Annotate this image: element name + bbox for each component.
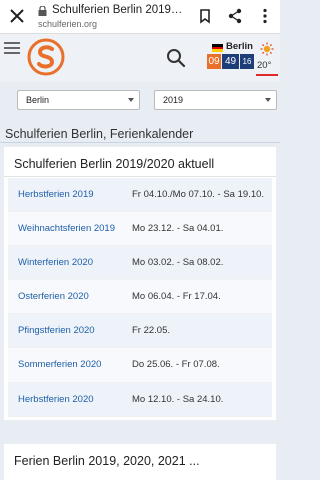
bookmark-icon[interactable] (196, 7, 214, 25)
holiday-dates: Mo 12.10. - Sa 24.10. (132, 393, 224, 405)
holiday-name-link[interactable]: Herbstferien 2020 (18, 394, 94, 405)
year-select[interactable]: 2019 (154, 90, 277, 110)
holiday-dates: Mo 03.02. - Sa 08.02. (132, 257, 224, 269)
sun-icon (260, 42, 274, 56)
table-row: Herbstferien 2020 Mo 12.10. - Sa 24.10. (8, 382, 272, 417)
holiday-name-link[interactable]: Pfingstferien 2020 (18, 325, 95, 336)
page-title: Schulferien Berlin 2019, ... (52, 4, 184, 16)
browser-toolbar: Schulferien Berlin 2019, ... schulferien… (0, 0, 280, 34)
table-row: Herbstferien 2019 Fr 04.10./Mo 07.10. - … (8, 178, 272, 213)
holiday-dates: Fr 04.10./Mo 07.10. - Sa 19.10. (132, 189, 265, 200)
page-url[interactable]: schulferien.org (38, 19, 97, 29)
table-row: Pfingstferien 2020 Fr 22.05. (8, 314, 272, 349)
card-title: Schulferien Berlin 2019/2020 aktuell (14, 157, 215, 171)
holiday-name-link[interactable]: Weihnachtsferien 2019 (18, 223, 115, 234)
logo[interactable] (26, 37, 66, 77)
lock-icon (38, 6, 47, 16)
year-select-value: 2019 (163, 95, 184, 105)
holiday-dates: Fr 22.05. (132, 325, 171, 337)
close-icon[interactable] (8, 7, 26, 25)
divider (4, 176, 276, 177)
menu-icon[interactable] (4, 42, 20, 56)
holiday-dates: Mo 06.04. - Fr 17.04. (132, 291, 221, 303)
countdown-hours[interactable]: 49 (222, 54, 239, 69)
holiday-dates: Mo 23.12. - Sa 04.01. (132, 223, 224, 235)
holiday-name-link[interactable]: Herbstferien 2019 (18, 189, 94, 200)
holiday-name-link[interactable]: Sommerferien 2020 (18, 359, 101, 370)
table-row: Weihnachtsferien 2019 Mo 23.12. - Sa 04.… (8, 212, 272, 247)
temperature[interactable]: 20° (257, 60, 271, 71)
countdown-minutes[interactable]: 16 (240, 54, 254, 69)
table-row: Sommerferien 2020 Do 25.06. - Fr 07.08. (8, 348, 272, 383)
table-row: Winterferien 2020 Mo 03.02. - Sa 08.02. (8, 246, 272, 281)
page-heading: Schulferien Berlin, Ferienkalender (5, 127, 194, 141)
state-select-value: Berlin (26, 95, 50, 105)
countdown-city: Berlin (226, 41, 253, 52)
table-row: Osterferien 2020 Mo 06.04. - Fr 17.04. (8, 280, 272, 315)
chevron-down-icon (265, 98, 271, 102)
holiday-overview-card: Ferien Berlin 2019, 2020, 2021 ... (4, 444, 276, 480)
holiday-card: Schulferien Berlin 2019/2020 aktuell Her… (4, 147, 276, 420)
more-icon[interactable] (256, 7, 274, 25)
state-select[interactable]: Berlin (17, 90, 140, 110)
site-header: Berlin 09 49 16 20° (0, 34, 280, 82)
temperature-underline (256, 74, 278, 76)
search-icon[interactable] (166, 48, 186, 68)
holiday-dates: Do 25.06. - Fr 07.08. (132, 359, 220, 371)
chevron-down-icon (128, 98, 134, 102)
germany-flag-icon (212, 44, 223, 52)
countdown-days[interactable]: 09 (207, 54, 221, 69)
holiday-name-link[interactable]: Osterferien 2020 (18, 291, 89, 302)
share-icon[interactable] (226, 7, 244, 25)
divider (0, 142, 280, 143)
holiday-table: Herbstferien 2019 Fr 04.10./Mo 07.10. - … (8, 178, 272, 417)
card-title: Ferien Berlin 2019, 2020, 2021 ... (14, 454, 200, 468)
holiday-name-link[interactable]: Winterferien 2020 (18, 257, 93, 268)
